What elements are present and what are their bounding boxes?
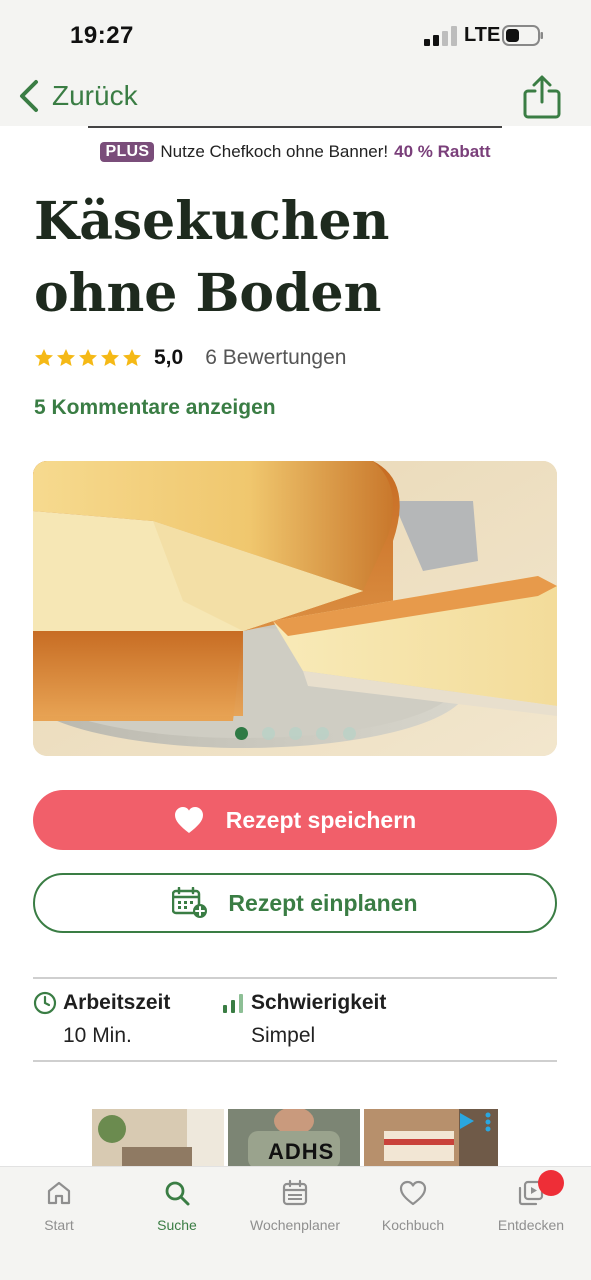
plus-badge: PLUS (100, 142, 155, 162)
save-recipe-button[interactable]: Rezept speichern (33, 790, 557, 850)
recipe-title-line2: ohne Boden (34, 263, 382, 324)
plus-discount: 40 % Rabatt (394, 142, 491, 161)
tab-start-label: Start (44, 1217, 74, 1233)
share-icon[interactable] (522, 74, 562, 120)
tab-kochbuch[interactable]: Kochbuch (358, 1179, 468, 1243)
carousel-dot[interactable] (288, 727, 302, 740)
star-icon (35, 349, 53, 366)
star-icon (123, 349, 141, 366)
ad-image-dessert[interactable] (364, 1109, 498, 1169)
nav-bar: Zurück (0, 70, 591, 126)
cheesecake-image (33, 461, 557, 756)
worktime-title: Arbeitszeit (63, 991, 171, 1014)
status-time: 19:27 (70, 22, 134, 49)
ad-shirt-text: ADHS (268, 1139, 335, 1164)
tab-suche-label: Suche (157, 1217, 197, 1233)
notification-badge (538, 1170, 564, 1196)
tab-bar: Start Suche Wochenplaner Kochbuch Entdec… (0, 1166, 591, 1280)
heart-icon (399, 1180, 427, 1206)
carousel-dot[interactable] (234, 727, 248, 740)
tab-entdecken[interactable]: Entdecken (476, 1179, 586, 1243)
recipe-title: Käsekuchen ohne Boden (34, 186, 554, 330)
top-area: 19:27 LTE Zurück (0, 0, 591, 126)
tab-wochenplaner-label: Wochenplaner (249, 1217, 341, 1233)
ad-banner[interactable]: ADHS (92, 1109, 498, 1169)
rating-row[interactable]: 5,0 6 Bewertungen (34, 344, 346, 372)
star-icon (101, 349, 119, 366)
calendar-add-icon (172, 887, 208, 918)
difficulty-value: Simpel (251, 1024, 316, 1047)
plus-banner[interactable]: PLUS Nutze Chefkoch ohne Banner! 40 % Ra… (0, 140, 591, 164)
tab-suche[interactable]: Suche (122, 1179, 232, 1243)
status-bar: 19:27 LTE (0, 0, 591, 70)
chevron-left-icon (20, 80, 38, 112)
tab-kochbuch-label: Kochbuch (381, 1217, 445, 1233)
rating-stars (34, 348, 142, 368)
plan-recipe-label: Rezept einplanen (228, 889, 418, 916)
worktime-info: Arbeitszeit 10 Min. (33, 988, 170, 1048)
ad-image-living-room[interactable] (92, 1109, 224, 1169)
recipe-title-line1: Käsekuchen (34, 191, 390, 252)
difficulty-title: Schwierigkeit (251, 991, 387, 1014)
calendar-icon (282, 1179, 308, 1206)
plan-recipe-button[interactable]: Rezept einplanen (33, 873, 557, 933)
carousel-dot[interactable] (315, 727, 329, 740)
comments-link[interactable]: 5 Kommentare anzeigen (34, 396, 276, 420)
carousel-dot[interactable] (342, 727, 356, 740)
carousel-dot[interactable] (261, 727, 275, 740)
tab-start[interactable]: Start (4, 1179, 114, 1243)
rating-value: 5,0 (154, 346, 184, 369)
difficulty-bars-icon (223, 994, 243, 1013)
back-label: Zurück (52, 80, 138, 111)
signal-icon (424, 26, 457, 46)
clock-icon (33, 991, 57, 1015)
home-icon (47, 1181, 71, 1205)
back-button[interactable]: Zurück (16, 76, 138, 116)
network-label: LTE (464, 24, 501, 46)
plus-banner-text: Nutze Chefkoch ohne Banner! (160, 142, 389, 161)
recipe-image-carousel[interactable] (33, 461, 557, 756)
header-divider (88, 126, 502, 128)
carousel-dots[interactable] (33, 727, 557, 740)
tab-entdecken-label: Entdecken (497, 1217, 565, 1233)
save-recipe-label: Rezept speichern (225, 806, 417, 833)
difficulty-info: Schwierigkeit Simpel (221, 988, 386, 1048)
ad-image-shirt[interactable]: ADHS (228, 1109, 360, 1169)
search-icon (165, 1181, 190, 1206)
tab-wochenplaner[interactable]: Wochenplaner (240, 1179, 350, 1243)
worktime-value: 10 Min. (63, 1024, 132, 1047)
star-icon (79, 349, 97, 366)
heart-icon (174, 807, 203, 833)
rating-count: 6 Bewertungen (205, 346, 347, 369)
star-icon (57, 349, 75, 366)
battery-icon (502, 25, 543, 46)
info-divider-top (33, 977, 557, 979)
info-divider-bottom (33, 1060, 557, 1062)
